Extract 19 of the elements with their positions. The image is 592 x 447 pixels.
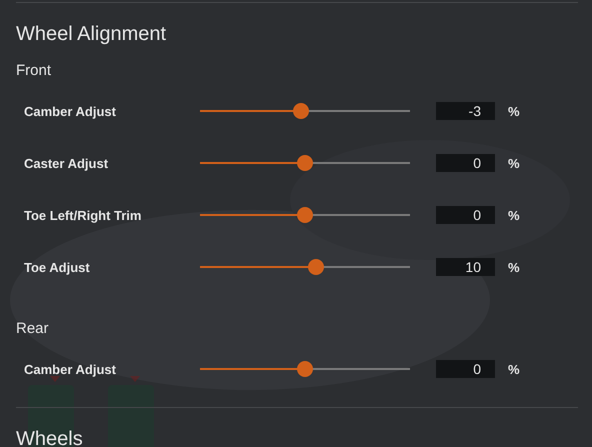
- value-field[interactable]: 0: [436, 154, 495, 172]
- setting-label: Toe Adjust: [23, 260, 91, 274]
- setting-label: Toe Left/Right Trim: [23, 208, 142, 222]
- setting-label: Camber Adjust: [23, 362, 117, 376]
- unit-label: %: [508, 362, 520, 376]
- unit-label: %: [508, 156, 520, 170]
- unit-label: %: [508, 104, 520, 118]
- value-field[interactable]: -3: [436, 102, 495, 120]
- group-heading: Rear: [16, 319, 50, 339]
- setting-label: Camber Adjust: [23, 104, 117, 118]
- section-title: Wheels: [16, 427, 84, 447]
- value-field[interactable]: 10: [436, 258, 495, 276]
- setting-label: Caster Adjust: [23, 156, 110, 170]
- unit-label: %: [508, 208, 520, 222]
- unit-label: %: [508, 260, 520, 274]
- section-title: Wheel Alignment: [16, 22, 168, 47]
- value-field[interactable]: 0: [436, 360, 495, 378]
- group-heading: Front: [16, 61, 52, 81]
- value-field[interactable]: 0: [436, 206, 495, 224]
